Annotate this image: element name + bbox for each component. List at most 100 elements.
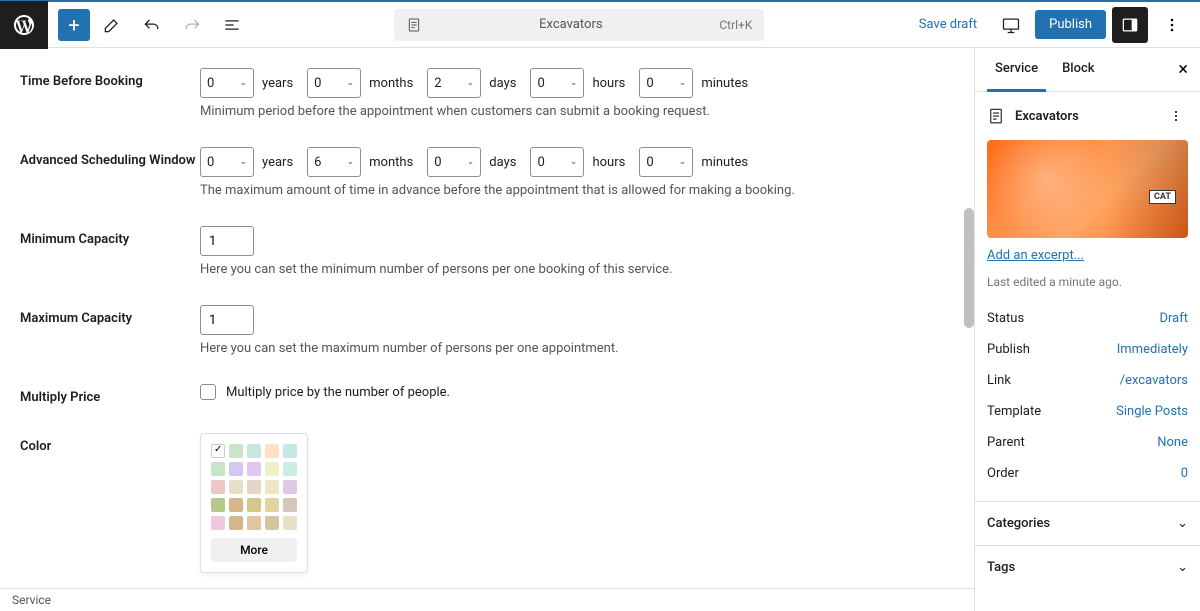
sidebar-post-title: Excavators [1015,109,1154,124]
close-sidebar-button[interactable]: × [1178,59,1188,80]
color-picker: More [200,433,308,573]
save-draft-button[interactable]: Save draft [909,11,987,38]
field-maximum-capacity: Maximum Capacity Here you can set the ma… [20,305,974,356]
field-label: Advanced Scheduling Window [20,147,200,198]
color-swatch[interactable] [247,444,261,458]
chevron-down-icon: ⌄ [679,78,687,88]
panel-categories[interactable]: Categories ⌄ [975,501,1200,545]
days-select[interactable]: 0⌄ [427,147,481,177]
document-bar[interactable]: Excavators Ctrl+K [394,9,764,41]
color-swatch[interactable] [211,480,225,494]
keyboard-shortcut: Ctrl+K [719,18,752,32]
color-swatch[interactable] [283,516,297,530]
color-swatch[interactable] [247,516,261,530]
color-swatch[interactable] [247,498,261,512]
field-label: Time Before Booking [20,68,200,119]
prop-parent: ParentNone [987,427,1188,458]
field-label: Maximum Capacity [20,305,200,356]
sidebar-properties: StatusDraft PublishImmediately Link/exca… [975,303,1200,501]
color-swatch[interactable] [211,516,225,530]
color-swatch[interactable] [265,480,279,494]
tab-service[interactable]: Service [987,48,1046,92]
color-swatch[interactable] [229,498,243,512]
color-swatch[interactable] [283,462,297,476]
years-select[interactable]: 0⌄ [200,147,254,177]
color-swatch[interactable] [211,462,225,476]
multiply-price-checkbox[interactable] [200,384,216,400]
edit-mode-button[interactable] [94,7,130,43]
days-select[interactable]: 2⌄ [427,68,481,98]
main-area: Time Before Booking 0⌄years 0⌄months 2⌄d… [0,48,1200,611]
color-swatch[interactable] [265,444,279,458]
months-select[interactable]: 6⌄ [307,147,361,177]
toolbar-right: Save draft Publish [909,7,1200,43]
color-swatch[interactable] [229,444,243,458]
color-swatch[interactable] [265,462,279,476]
color-swatch[interactable] [229,480,243,494]
prop-order: Order0 [987,458,1188,489]
minutes-select[interactable]: 0⌄ [639,68,693,98]
max-capacity-input[interactable] [200,305,254,335]
document-overview-button[interactable] [214,7,250,43]
page-icon [987,107,1005,125]
scrollbar-handle[interactable] [964,208,974,328]
prop-template: TemplateSingle Posts [987,396,1188,427]
chevron-down-icon: ⌄ [467,78,475,88]
color-swatch[interactable] [283,480,297,494]
color-swatch[interactable] [229,462,243,476]
document-title: Excavators [430,17,711,32]
min-capacity-input[interactable] [200,226,254,256]
field-multiply-price: Multiply Price Multiply price by the num… [20,384,974,405]
options-button[interactable] [1154,7,1190,43]
wp-logo[interactable] [0,1,48,49]
prop-publish: PublishImmediately [987,334,1188,365]
help-text: Here you can set the maximum number of p… [200,341,974,356]
desktop-icon [1001,15,1021,35]
color-swatch[interactable] [265,498,279,512]
breadcrumb[interactable]: Service [0,588,974,611]
color-swatch[interactable] [247,462,261,476]
redo-icon [182,15,202,35]
sidebar-icon [1120,15,1140,35]
add-excerpt-link[interactable]: Add an excerpt... [975,248,1200,275]
color-more-button[interactable]: More [211,538,297,562]
toolbar-left: + [48,7,250,43]
color-swatch[interactable] [247,480,261,494]
redo-button[interactable] [174,7,210,43]
color-swatch[interactable] [229,516,243,530]
color-swatch[interactable] [211,444,225,458]
undo-button[interactable] [134,7,170,43]
chevron-down-icon: ⌄ [347,78,355,88]
settings-panel-button[interactable] [1112,7,1148,43]
chevron-down-icon: ⌄ [347,157,355,167]
color-swatch[interactable] [211,498,225,512]
hours-select[interactable]: 0⌄ [530,68,584,98]
add-block-button[interactable]: + [58,9,90,41]
help-text: The maximum amount of time in advance be… [200,183,974,198]
chevron-down-icon: ⌄ [679,157,687,167]
last-edited-text: Last edited a minute ago. [975,275,1200,303]
sidebar-tabs: Service Block × [975,48,1200,92]
publish-button[interactable]: Publish [1035,10,1106,39]
featured-image[interactable]: CAT [987,140,1188,238]
prop-status: StatusDraft [987,303,1188,334]
pencil-icon [102,15,122,35]
sidebar-options-button[interactable] [1164,104,1188,128]
tab-block[interactable]: Block [1054,48,1102,92]
panel-tags[interactable]: Tags ⌄ [975,545,1200,589]
color-grid [211,444,297,530]
hours-select[interactable]: 0⌄ [530,147,584,177]
color-swatch[interactable] [283,444,297,458]
featured-image-badge: CAT [1149,190,1176,204]
color-swatch[interactable] [265,516,279,530]
field-minimum-capacity: Minimum Capacity Here you can set the mi… [20,226,974,277]
sidebar-title-row: Excavators [975,92,1200,140]
toolbar-center: Excavators Ctrl+K [250,9,909,41]
preview-button[interactable] [993,7,1029,43]
months-select[interactable]: 0⌄ [307,68,361,98]
color-swatch[interactable] [283,498,297,512]
editor-canvas: Time Before Booking 0⌄years 0⌄months 2⌄d… [0,48,974,611]
minutes-select[interactable]: 0⌄ [639,147,693,177]
chevron-down-icon: ⌄ [570,78,578,88]
years-select[interactable]: 0⌄ [200,68,254,98]
